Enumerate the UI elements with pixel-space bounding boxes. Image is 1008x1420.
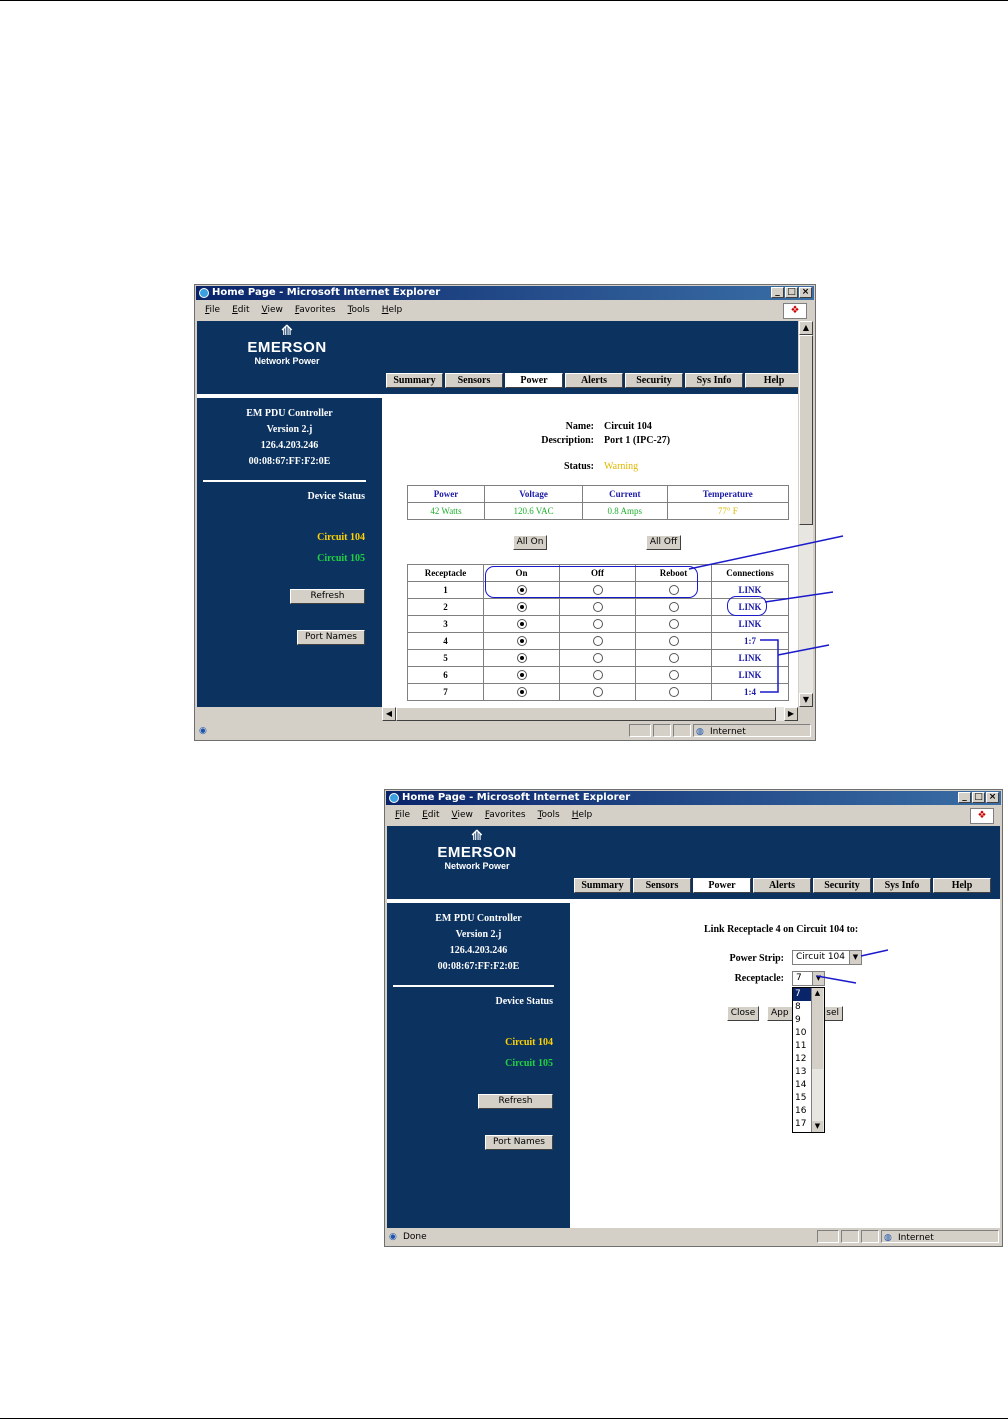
connection-bracket (760, 639, 779, 693)
callout-line (777, 644, 830, 656)
callout-line (816, 975, 857, 984)
callout-lines (688, 535, 889, 984)
callout-line (764, 591, 834, 603)
callout-line (688, 535, 844, 570)
callout-line (860, 949, 889, 957)
